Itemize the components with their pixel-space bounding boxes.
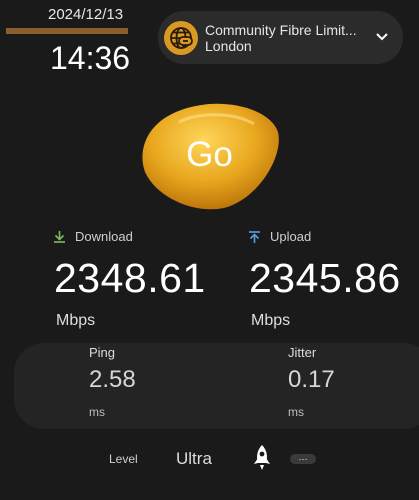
ping-unit: ms (89, 405, 105, 419)
time-text: 14:36 (50, 40, 131, 76)
jitter-value: 0.17 (288, 366, 335, 393)
date-accent-bar (6, 28, 128, 34)
level-label: Level (109, 452, 138, 466)
download-arrow-icon (54, 230, 65, 243)
date-text: 2024/12/13 (48, 6, 124, 23)
ping-value: 2.58 (89, 366, 136, 393)
go-button[interactable]: Go (139, 102, 280, 212)
download-unit: Mbps (56, 312, 96, 329)
globe-link-icon (164, 20, 198, 55)
ping-label: Ping (89, 345, 116, 360)
latency-card (14, 343, 419, 429)
rocket-icon[interactable] (252, 444, 272, 472)
upload-unit: Mbps (251, 312, 291, 329)
jitter-label: Jitter (288, 345, 317, 360)
server-name: Community Fibre Limit... (205, 21, 357, 38)
upload-arrow-icon (249, 230, 260, 243)
chevron-down-icon (376, 33, 388, 41)
more-button[interactable]: ··· (290, 454, 316, 464)
upload-header: Upload (249, 229, 311, 244)
upload-value: 2345.86 (249, 255, 401, 301)
level-value[interactable]: Ultra (176, 449, 212, 469)
go-button-shape (142, 103, 279, 210)
jitter-unit: ms (288, 405, 304, 419)
download-label: Download (75, 229, 133, 244)
download-header: Download (54, 229, 133, 244)
upload-label: Upload (270, 229, 312, 244)
server-city: London (205, 37, 252, 54)
download-value: 2348.61 (54, 255, 206, 301)
server-selector[interactable]: Community Fibre Limit... London (158, 11, 403, 64)
